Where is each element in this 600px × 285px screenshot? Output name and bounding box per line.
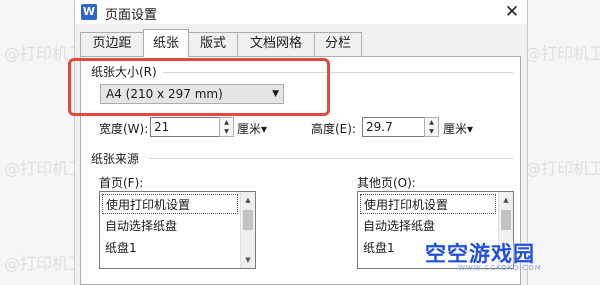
tab-columns[interactable]: 分栏 [314, 32, 362, 56]
height-unit-dropdown[interactable]: 厘米▾ [443, 120, 474, 137]
spin-down-icon[interactable]: ▼ [425, 127, 438, 136]
group-divider [149, 158, 513, 159]
scrollbar[interactable]: ▲ ▼ [240, 192, 255, 268]
dropdown-arrow-icon: ▼ [272, 89, 279, 99]
group-divider [163, 72, 513, 73]
spin-up-icon[interactable]: ▲ [220, 118, 233, 127]
tab-margins[interactable]: 页边距 [80, 32, 144, 56]
scroll-up-icon[interactable]: ▲ [241, 192, 255, 208]
list-item[interactable]: 纸盘1 [102, 238, 238, 258]
wps-app-icon: W [81, 4, 97, 20]
list-item[interactable]: 使用打印机设置 [102, 194, 238, 214]
scroll-up-icon[interactable]: ▲ [499, 192, 513, 208]
width-input[interactable]: 21 [150, 117, 220, 137]
watermark: @打印机卫士 [525, 159, 600, 178]
width-unit-dropdown[interactable]: 厘米▾ [237, 120, 268, 137]
tab-document-grid[interactable]: 文档网格 [237, 32, 315, 56]
paper-size-dropdown[interactable]: A4 (210 x 297 mm) ▼ [100, 84, 284, 104]
height-spinner[interactable]: ▲ ▼ [424, 117, 439, 137]
scroll-thumb[interactable] [501, 210, 511, 230]
paper-size-group-label: 纸张大小(R) [91, 63, 160, 80]
spin-down-icon[interactable]: ▼ [220, 127, 233, 136]
scroll-down-icon[interactable]: ▼ [241, 252, 255, 268]
tab-paper[interactable]: 纸张 [143, 29, 189, 57]
title-bar: W 页面设置 ✕ [75, 0, 527, 24]
list-item[interactable]: 自动选择纸盘 [360, 216, 496, 236]
first-page-listbox[interactable]: 使用打印机设置 自动选择纸盘 纸盘1 ▲ ▼ [99, 191, 256, 269]
watermark: @打印机卫士 [525, 44, 600, 63]
spin-up-icon[interactable]: ▲ [425, 118, 438, 127]
height-label: 高度(E): [311, 120, 356, 137]
list-item[interactable]: 自动选择纸盘 [102, 216, 238, 236]
paper-size-value: A4 (210 x 297 mm) [106, 87, 223, 101]
tab-layout[interactable]: 版式 [188, 32, 238, 56]
height-input[interactable]: 29.7 [362, 117, 425, 137]
width-spinner[interactable]: ▲ ▼ [219, 117, 234, 137]
paper-source-group-label: 纸张来源 [91, 150, 143, 167]
scroll-thumb[interactable] [243, 210, 253, 230]
dialog-title: 页面设置 [105, 8, 158, 23]
width-label: 宽度(W): [99, 120, 149, 137]
other-pages-label: 其他页(O): [357, 174, 416, 191]
site-logo-url: WWW.CCKOKO.COM [458, 264, 542, 272]
close-icon[interactable]: ✕ [499, 1, 525, 23]
list-item[interactable]: 使用打印机设置 [360, 194, 496, 214]
first-page-label: 首页(F): [99, 174, 144, 191]
